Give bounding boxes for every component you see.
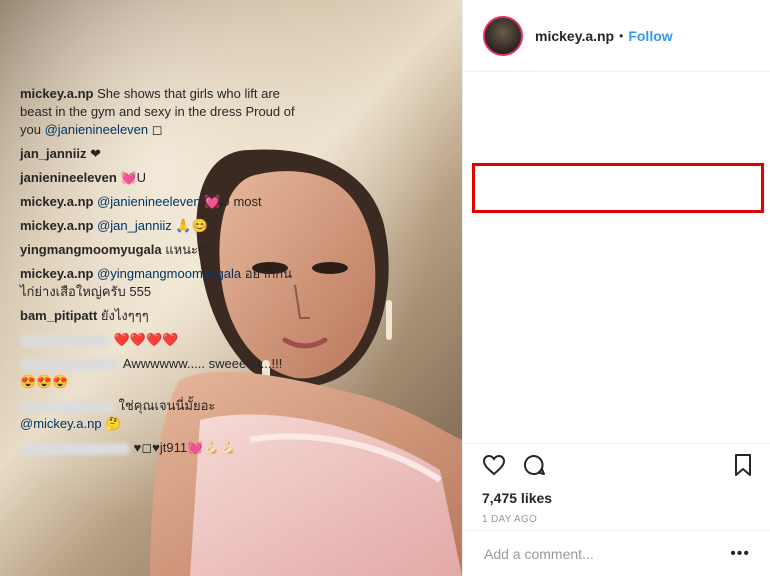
blurred-username	[20, 400, 115, 413]
blurred-username	[20, 334, 110, 347]
list-item: mickey.a.np @janienineeleven 💓U most	[20, 193, 300, 211]
likes-count[interactable]: 7,475 likes	[462, 490, 770, 506]
list-item: yingmangmoomyugala แหนะ◻	[20, 241, 300, 259]
comment-mention[interactable]: @mickey.a.np	[20, 416, 102, 431]
comment-mention[interactable]: @yingmangmoomyugala	[97, 266, 241, 281]
list-item: ♥◻♥jt911💓💪🏻💪🏻	[20, 439, 300, 457]
comment-mention[interactable]: @jan_janniiz	[97, 218, 172, 233]
separator-dot: •	[619, 28, 624, 43]
comment-username[interactable]: janienineeleven	[20, 170, 117, 185]
comment-username[interactable]: mickey.a.np	[20, 194, 93, 209]
list-item: mickey.a.np @yingmangmoomyugala อยากกินไ…	[20, 265, 300, 301]
comment-text: ยังไงๆๆๆ	[100, 308, 149, 323]
list-item: Awwwwww..... sweeetttt...!!! 😍😍😍	[20, 355, 300, 391]
comment-tail: 💓U most	[200, 194, 262, 209]
blurred-username	[20, 442, 130, 455]
comment-text: แหนะ◻	[165, 242, 209, 257]
timestamp[interactable]: 1 DAY AGO	[462, 514, 770, 525]
avatar[interactable]	[483, 15, 523, 56]
header-username[interactable]: mickey.a.np	[535, 28, 614, 44]
comment-username[interactable]: yingmangmoomyugala	[20, 242, 162, 257]
comment-username[interactable]: mickey.a.np	[20, 266, 93, 281]
action-bar	[462, 444, 770, 484]
list-item: ❤️❤️❤️❤️	[20, 331, 300, 349]
more-icon[interactable]: •••	[730, 545, 750, 563]
comment-text: ❤	[90, 146, 101, 161]
list-item: bam_pitipatt ยังไงๆๆๆ	[20, 307, 300, 325]
highlight-box	[472, 163, 764, 213]
follow-button[interactable]: Follow	[628, 28, 672, 44]
list-item: ใช่คุณเจนนี่มั้ยอะ @mickey.a.np 🤔	[20, 397, 300, 433]
comment-text: ใช่คุณเจนนี่มั้ยอะ	[118, 398, 216, 413]
comment-username[interactable]: mickey.a.np	[20, 86, 93, 101]
list-item: jan_janniiz ❤	[20, 145, 300, 163]
comment-username[interactable]: bam_pitipatt	[20, 308, 97, 323]
comment-tail: 🤔	[101, 416, 122, 431]
add-comment-bar: •••	[462, 530, 770, 576]
comment-tail: 🙏😊	[171, 218, 208, 233]
list-item: mickey.a.np She shows that girls who lif…	[20, 85, 300, 139]
comment-username[interactable]: mickey.a.np	[20, 218, 93, 233]
comments-list: mickey.a.np She shows that girls who lif…	[20, 85, 300, 463]
list-item: mickey.a.np @jan_janniiz 🙏😊	[20, 217, 300, 235]
comment-mention[interactable]: @janienineeleven	[97, 194, 201, 209]
heart-icon[interactable]	[482, 453, 506, 482]
comment-icon[interactable]	[522, 453, 546, 482]
bookmark-icon[interactable]	[732, 453, 754, 482]
comment-tail: ◻	[148, 122, 163, 137]
comment-text: 💓U	[120, 170, 147, 185]
list-item: janienineeleven 💓U	[20, 169, 300, 187]
comment-mention[interactable]: @janienineeleven	[45, 122, 149, 137]
post-actions: 7,475 likes 1 DAY AGO	[462, 443, 770, 525]
comment-text: ♥◻♥jt911💓💪🏻💪🏻	[133, 440, 236, 455]
post-header: mickey.a.np • Follow	[463, 0, 770, 72]
comment-text: ❤️❤️❤️❤️	[113, 332, 179, 347]
comment-username[interactable]: jan_janniiz	[20, 146, 86, 161]
comment-input[interactable]	[482, 544, 731, 563]
blurred-username	[20, 358, 120, 371]
